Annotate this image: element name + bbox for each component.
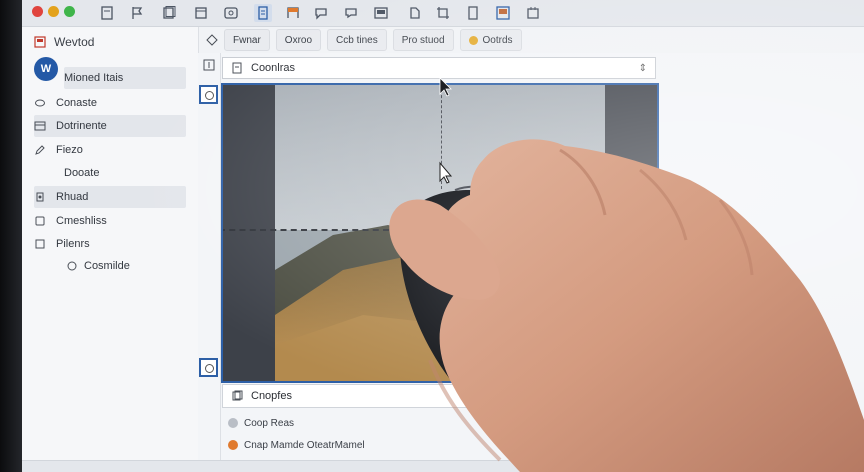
toolbar-chip-status[interactable]: Ootrds: [459, 29, 522, 51]
badge-icon: [228, 440, 238, 450]
edit-icon: [34, 144, 46, 156]
add-icon[interactable]: [203, 59, 215, 71]
diamond-icon[interactable]: [206, 34, 218, 46]
panel-icon: [34, 120, 46, 132]
footer-label: Cnopfes: [251, 390, 292, 402]
gallery-icon[interactable]: [494, 4, 512, 22]
sidebar-item-conaste[interactable]: Conaste: [34, 92, 186, 114]
title-bar: [22, 0, 864, 27]
square-icon: [34, 238, 46, 250]
monitor-bezel: [0, 0, 22, 472]
sidebar-item-rhuad[interactable]: Rhuad: [34, 186, 186, 208]
app-window: Wevtod W Mioned Itais Conaste Dotrinente…: [22, 0, 864, 472]
toolbar-chip[interactable]: Pro stuod: [392, 29, 454, 51]
sidebar-item-label: Cosmilde: [84, 260, 130, 272]
meta-label: Cnap Mamde OteatrMamel: [244, 439, 365, 451]
sidebar-item-pilenrs[interactable]: Pilenrs: [34, 233, 186, 255]
landscape-photo: [223, 85, 657, 381]
document-title: Coonlras: [251, 62, 296, 74]
toolbar-chip[interactable]: Fwnar: [224, 29, 270, 51]
sidebar-item-cosmilde[interactable]: Cosmilde: [66, 255, 218, 277]
image-icon[interactable]: [222, 4, 240, 22]
sidebar-item-label: Mioned Itais: [64, 72, 124, 84]
badge-icon: [228, 418, 238, 428]
circle-icon: [66, 260, 78, 272]
close-dot[interactable]: [32, 6, 43, 17]
chevron-updown-icon[interactable]: ⇕: [639, 63, 647, 74]
rectangle-icon[interactable]: [464, 4, 482, 22]
gear-icon: [34, 191, 46, 203]
toolbar-chip[interactable]: Oxroo: [275, 29, 322, 51]
picture-icon[interactable]: [372, 4, 390, 22]
list-icon[interactable]: [254, 4, 272, 22]
meta-row[interactable]: Coop Reas: [228, 414, 294, 432]
sidebar-item-dooate[interactable]: Dooate: [64, 162, 186, 184]
sidebar-item-label: Fiezo: [56, 144, 83, 156]
meta-label: Coop Reas: [244, 417, 295, 429]
editor-panel: Coonlras ⇕ Cnopfes Coop Reas Cnap Mamde …: [198, 53, 864, 472]
sidebar-item-cmeshliss[interactable]: Cmeshliss: [34, 210, 186, 232]
image-canvas[interactable]: [221, 83, 659, 383]
document-icon[interactable]: [98, 4, 116, 22]
flag-icon[interactable]: [128, 4, 146, 22]
layers-icon: [34, 97, 46, 109]
horizontal-guide: [223, 229, 389, 231]
crop-handle-bottom[interactable]: [199, 358, 218, 377]
sidebar-item-mioned-itais[interactable]: Mioned Itais: [64, 67, 186, 89]
crop-handle-top[interactable]: [199, 85, 218, 104]
copy-icon[interactable]: [160, 4, 178, 22]
sidebar-header: Wevtod: [34, 31, 194, 53]
app-icon: [34, 36, 46, 48]
copy-icon: [231, 390, 243, 402]
document-icon: [231, 62, 243, 74]
status-bar: [22, 460, 864, 472]
vertical-guide: [441, 85, 442, 189]
crop-icon[interactable]: [434, 4, 452, 22]
sidebar-title: Wevtod: [54, 35, 95, 49]
toolbar: Fwnar Oxroo Ccb tines Pro stuod Ootrds: [200, 27, 864, 53]
sidebar-item-label: Dooate: [64, 167, 100, 179]
sidebar-item-label: Cmeshliss: [56, 215, 107, 227]
sidebar-item-label: Pilenrs: [56, 238, 90, 250]
status-dot-icon: [468, 35, 478, 45]
document-footer[interactable]: Cnopfes: [222, 384, 656, 408]
sidebar-item-label: Rhuad: [56, 191, 89, 203]
chip-label: Ootrds: [482, 34, 513, 46]
handle-column: [198, 53, 221, 472]
message-icon[interactable]: [312, 4, 330, 22]
sidebar-item-fiezo[interactable]: Fiezo: [34, 139, 186, 161]
document-header[interactable]: Coonlras ⇕: [222, 57, 656, 79]
bookmark-icon[interactable]: [284, 4, 302, 22]
zoom-dot[interactable]: [64, 6, 75, 17]
minimize-dot[interactable]: [48, 6, 59, 17]
meta-row[interactable]: Cnap Mamde OteatrMamel: [228, 436, 365, 454]
calendar-icon[interactable]: [524, 4, 542, 22]
sidebar-item-dotrinente[interactable]: Dotrinente: [34, 115, 186, 137]
sidebar-item-label: Conaste: [56, 97, 97, 109]
workspace-logo[interactable]: W: [34, 57, 58, 81]
sidebar-item-label: Dotrinente: [56, 120, 107, 132]
frame-icon[interactable]: [192, 4, 210, 22]
sidebar: Wevtod W Mioned Itais Conaste Dotrinente…: [22, 27, 199, 472]
toolbar-chip[interactable]: Ccb tines: [327, 29, 387, 51]
square-icon: [34, 215, 46, 227]
chat-icon[interactable]: [342, 4, 360, 22]
export-icon[interactable]: [406, 4, 424, 22]
